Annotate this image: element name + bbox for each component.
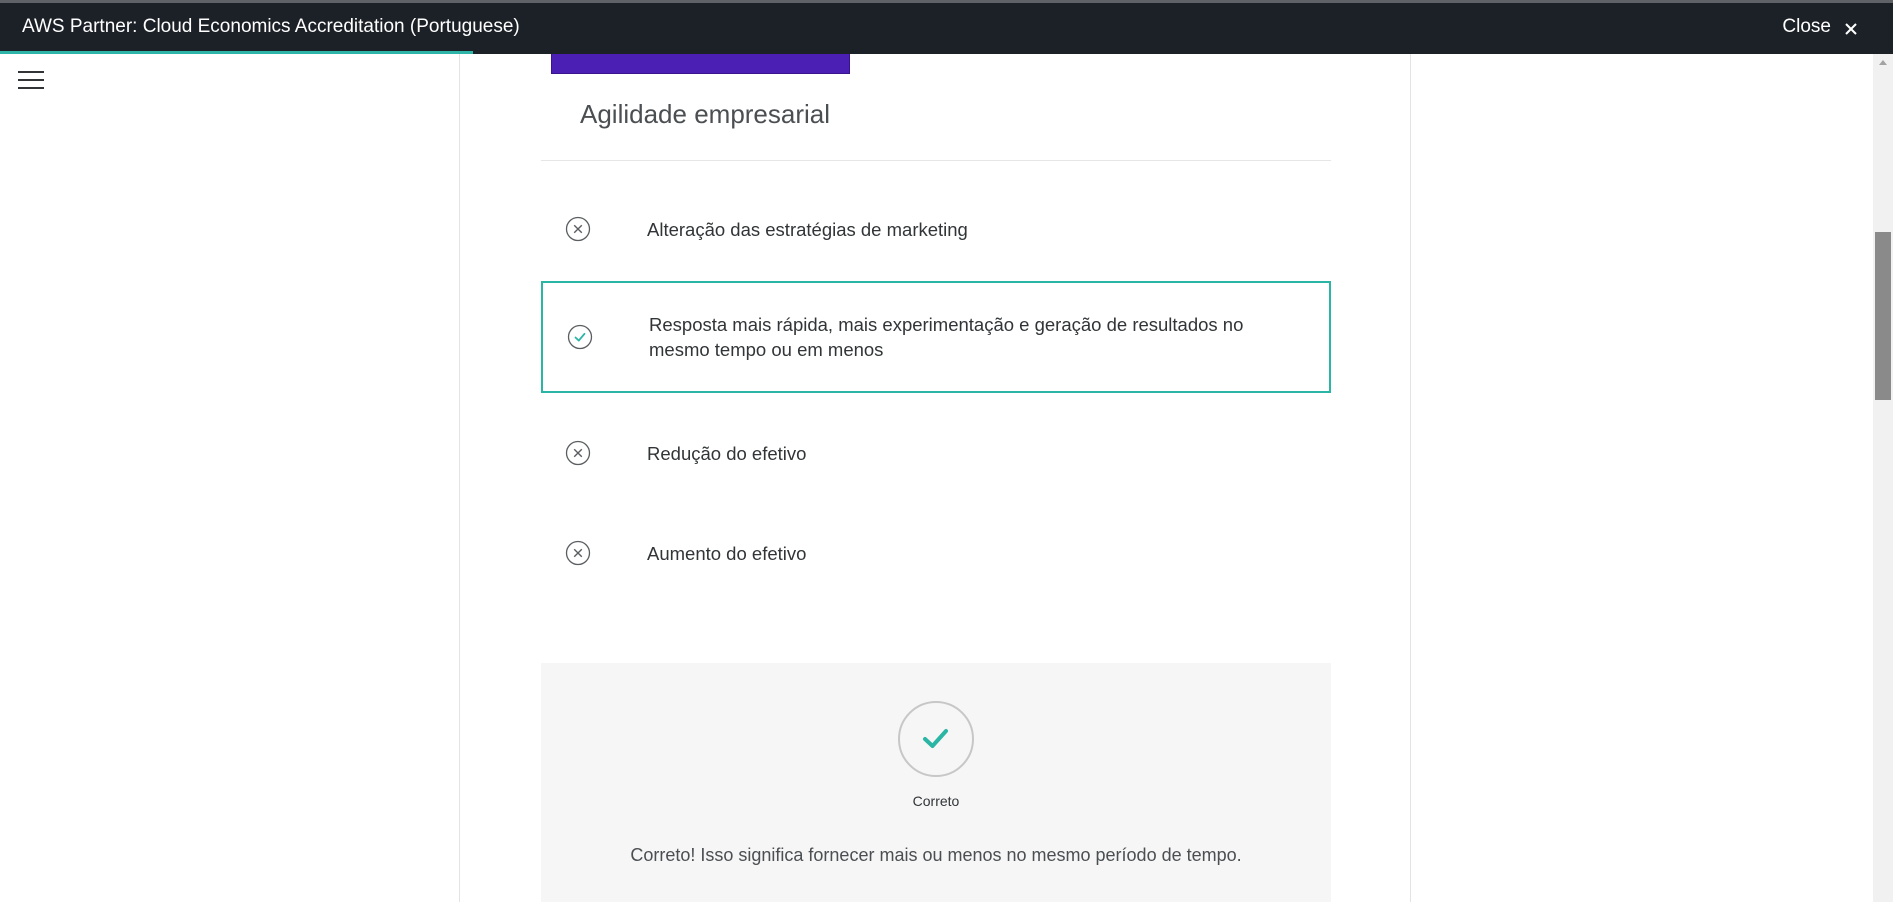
feedback-panel: Correto Correto! Isso significa fornecer… <box>541 663 1331 902</box>
check-icon <box>923 729 948 748</box>
course-title: AWS Partner: Cloud Economics Accreditati… <box>22 16 520 37</box>
scroll-up-arrow-icon[interactable] <box>1879 60 1887 65</box>
x-circle-icon <box>565 440 591 466</box>
answer-option-label: Resposta mais rápida, mais experimentaçã… <box>649 314 1244 360</box>
answer-option-1[interactable]: Alteração das estratégias de marketing <box>541 204 1331 254</box>
answer-option-2[interactable]: Resposta mais rápida, mais experimentaçã… <box>541 281 1331 393</box>
check-circle-icon <box>567 324 593 350</box>
feedback-status: Correto <box>912 793 960 809</box>
answer-option-4[interactable]: Aumento do efetivo <box>541 528 1331 578</box>
feedback-badge <box>898 701 974 777</box>
course-progress-bar <box>0 51 474 54</box>
answer-option-3[interactable]: Redução do efetivo <box>541 428 1331 478</box>
header-image-block <box>551 54 850 74</box>
question-title: Agilidade empresarial <box>580 99 831 129</box>
feedback-message: Correto! Isso significa fornecer mais ou… <box>630 845 1242 865</box>
answer-option-label: Aumento do efetivo <box>647 542 807 564</box>
divider <box>541 160 1331 161</box>
answer-option-label: Alteração das estratégias de marketing <box>647 218 968 240</box>
close-icon <box>1845 23 1857 35</box>
close-label: Close <box>1782 16 1831 37</box>
vertical-scrollbar[interactable] <box>1873 54 1893 902</box>
answer-option-label: Redução do efetivo <box>647 442 807 464</box>
hamburger-menu-icon[interactable] <box>18 71 44 91</box>
x-circle-icon <box>565 216 591 242</box>
lesson-content: Agilidade empresarial Alteração das estr… <box>459 54 1411 902</box>
x-circle-icon <box>565 540 591 566</box>
top-bar: AWS Partner: Cloud Economics Accreditati… <box>0 0 1893 54</box>
scrollbar-thumb[interactable] <box>1875 232 1891 400</box>
close-button[interactable]: Close <box>1782 16 1859 38</box>
